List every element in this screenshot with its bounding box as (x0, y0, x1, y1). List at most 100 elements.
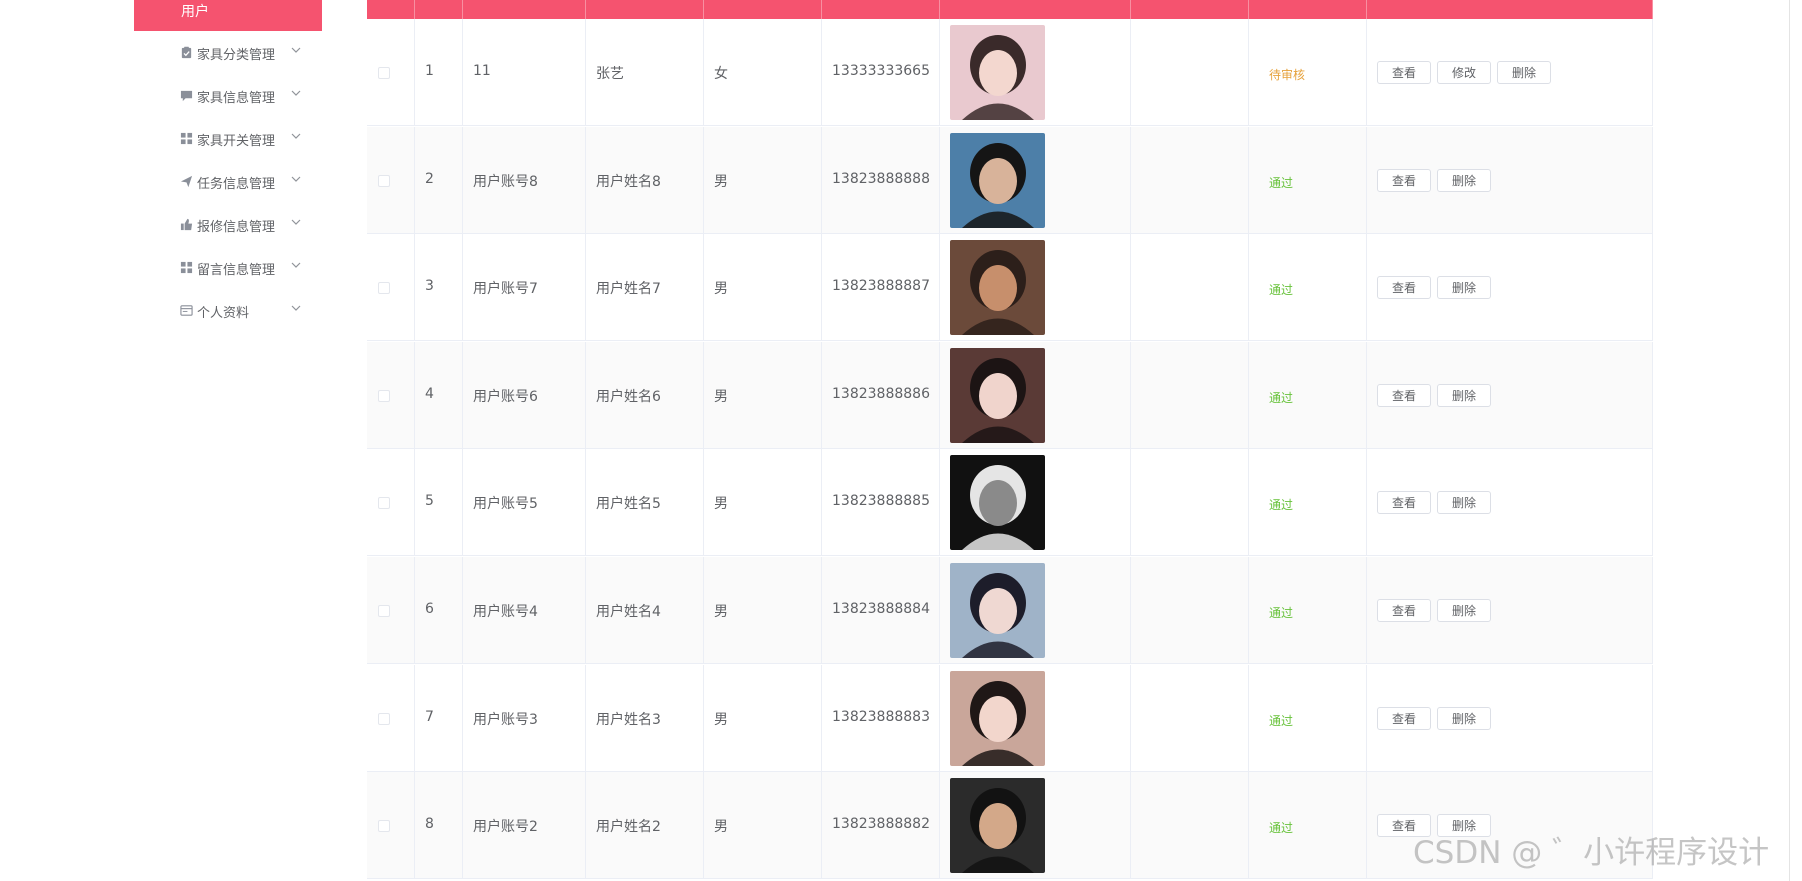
cell-status-wrap: 通过 (1249, 664, 1367, 772)
avatar (950, 455, 1045, 551)
sidebar-item-3[interactable]: 家具开关管理 (134, 119, 322, 159)
cell-phone: 13333333665 (832, 63, 930, 79)
edit-button[interactable]: 修改 (1437, 61, 1491, 84)
view-button[interactable]: 查看 (1377, 276, 1431, 300)
cell-account: 用户账号2 (473, 819, 538, 836)
cell-index-wrap: 1 (415, 19, 463, 126)
cell-name: 用户姓名8 (596, 173, 661, 190)
thumb-icon (180, 218, 193, 231)
row-checkbox[interactable] (378, 389, 390, 402)
row-checkbox[interactable] (378, 497, 390, 510)
sidebar-item-2[interactable]: 家具信息管理 (134, 76, 322, 116)
cell-index-wrap: 7 (415, 664, 463, 772)
cell-avatar-wrap (940, 772, 1131, 880)
avatar (950, 778, 1045, 874)
chevron-down-icon[interactable] (289, 215, 303, 229)
cell-account-wrap: 用户账号6 (463, 341, 586, 449)
sidebar-item-5[interactable]: 报修信息管理 (134, 205, 322, 245)
status-badge: 待审核 (1269, 68, 1306, 82)
clipboard-icon (180, 46, 193, 59)
cell-gender-wrap: 男 (704, 664, 822, 772)
row-checkbox[interactable] (378, 712, 390, 725)
delete-button[interactable]: 删除 (1437, 706, 1491, 730)
sidebar-item-label: 报修信息管理 (197, 220, 276, 235)
cell-account: 11 (473, 63, 491, 79)
cell-phone-wrap: 13823888887 (822, 234, 940, 342)
user-table: 1 11 张艺女 13333333665 待审核 查看 修改 删除 2 用户账号8 用户姓名8 男 13… (367, 0, 1653, 881)
cell-index: 6 (425, 601, 434, 617)
delete-button[interactable]: 删除 (1497, 61, 1551, 84)
cell-index-wrap: 8 (415, 772, 463, 880)
column-header-status (1249, 0, 1367, 19)
view-button[interactable]: 查看 (1377, 383, 1431, 407)
cell-actions-wrap: 查看 删除 (1367, 126, 1653, 234)
row-checkbox[interactable] (378, 820, 390, 833)
sidebar-item-4[interactable]: 任务信息管理 (134, 162, 322, 202)
table-row: 4 用户账号6 用户姓名6 男 13823888886 通过 查看 删除 (367, 341, 1653, 449)
sidebar-item-label: 用户 (181, 4, 209, 20)
row-checkbox[interactable] (378, 605, 390, 617)
sidebar-item-7[interactable]: 个人资料 (134, 291, 322, 331)
row-checkbox[interactable] (378, 67, 390, 79)
view-button[interactable]: 查看 (1377, 706, 1431, 730)
row-checkbox[interactable] (378, 174, 390, 187)
chevron-down-icon[interactable] (289, 172, 303, 186)
cell-account-wrap: 用户账号4 (463, 557, 586, 664)
view-button[interactable]: 查看 (1377, 599, 1431, 622)
cell-account: 用户账号3 (473, 711, 538, 728)
cell-name: 用户姓名5 (596, 496, 661, 513)
cell-gender: 男 (714, 388, 728, 405)
cell-index: 1 (425, 63, 434, 79)
chevron-down-icon[interactable] (289, 301, 303, 315)
sidebar-item-label: 家具信息管理 (197, 91, 276, 106)
cell-select-wrap (367, 341, 415, 449)
cell-avatar-wrap (940, 19, 1131, 126)
status-badge: 通过 (1269, 175, 1294, 190)
cell-blank-wrap (1131, 341, 1249, 449)
cell-blank-wrap (1131, 126, 1249, 234)
cell-account: 用户账号4 (473, 604, 538, 620)
cell-name-wrap: 用户姓名5 (586, 449, 704, 557)
sidebar-item-user[interactable]: 用户 (134, 0, 322, 31)
view-button[interactable]: 查看 (1377, 168, 1431, 192)
cell-gender: 女 (714, 66, 728, 82)
chevron-down-icon[interactable] (289, 43, 303, 57)
cell-select-wrap (367, 664, 415, 772)
cell-name: 用户姓名7 (596, 281, 661, 298)
sidebar-item-label: 个人资料 (197, 306, 250, 321)
delete-button[interactable]: 删除 (1437, 276, 1491, 300)
sidebar-menu: 用户 家具分类管理家具信息管理家具开关管理 任务信息管理报修信息管理留言信息管理个… (134, 0, 322, 881)
row-checkbox[interactable] (378, 282, 390, 295)
delete-button[interactable]: 删除 (1437, 168, 1491, 192)
view-button[interactable]: 查看 (1377, 491, 1431, 515)
chevron-down-icon[interactable] (289, 129, 303, 143)
cell-gender-wrap: 男 (704, 234, 822, 342)
grid-icon (180, 261, 193, 274)
column-header-avatar (940, 0, 1131, 19)
cell-gender-wrap: 女 (704, 19, 822, 126)
sidebar-item-1[interactable]: 家具分类管理 (134, 33, 322, 73)
cell-avatar-wrap (940, 126, 1131, 234)
sidebar-item-6[interactable]: 留言信息管理 (134, 248, 322, 288)
column-header-name (586, 0, 704, 19)
view-button[interactable]: 查看 (1377, 61, 1431, 84)
cell-name-wrap: 用户姓名2 (586, 772, 704, 880)
delete-button[interactable]: 删除 (1437, 383, 1491, 407)
cell-blank-wrap (1131, 234, 1249, 342)
cell-gender: 男 (714, 496, 728, 513)
cell-blank-wrap (1131, 664, 1249, 772)
chevron-down-icon[interactable] (289, 86, 303, 100)
status-badge: 通过 (1269, 606, 1294, 620)
delete-button[interactable]: 删除 (1437, 599, 1491, 622)
chevron-down-icon[interactable] (289, 258, 303, 272)
cell-select-wrap (367, 234, 415, 342)
table-row: 2 用户账号8 用户姓名8 男 13823888888 通过 查看 删除 (367, 126, 1653, 234)
cell-avatar-wrap (940, 664, 1131, 772)
cell-avatar-wrap (940, 234, 1131, 342)
cell-account: 用户账号8 (473, 173, 538, 190)
cell-name: 用户姓名2 (596, 819, 661, 836)
delete-button[interactable]: 删除 (1437, 491, 1491, 515)
cell-index-wrap: 5 (415, 449, 463, 557)
cell-gender: 男 (714, 819, 728, 836)
cell-status-wrap: 通过 (1249, 234, 1367, 342)
